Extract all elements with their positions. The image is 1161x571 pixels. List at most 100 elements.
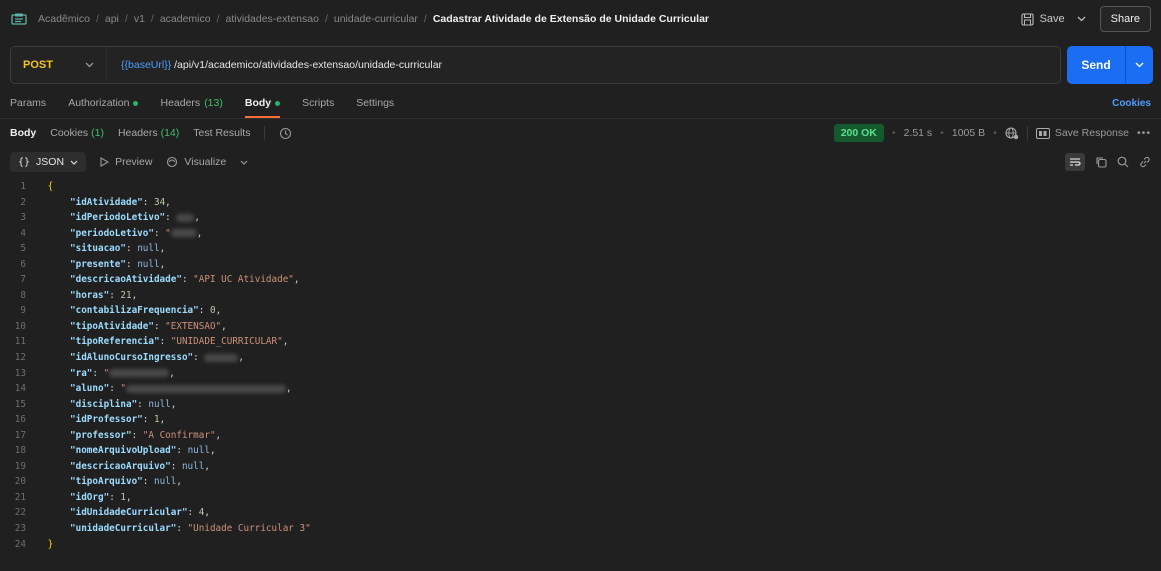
separator-dot: • <box>891 127 896 139</box>
json-value: 1 <box>120 491 126 503</box>
response-tab-cookies[interactable]: Cookies (1) <box>50 127 104 139</box>
json-key: "tipoArquivo" <box>70 476 143 488</box>
chevron-down-icon[interactable] <box>1077 16 1086 22</box>
json-value: "Unidade Curricular 3" <box>187 523 311 535</box>
cookies-link[interactable]: Cookies <box>1112 98 1151 109</box>
tab-label: Headers <box>160 97 201 109</box>
tab-count: (14) <box>160 127 180 139</box>
json-value: 0 <box>209 305 216 317</box>
json-key: "tipoReferencia" <box>70 336 160 348</box>
tab-body[interactable]: Body <box>244 88 281 118</box>
more-options-icon[interactable]: ••• <box>1137 127 1151 139</box>
status-badge[interactable]: 200 OK <box>833 124 884 142</box>
code-line: 13 "ra": ", <box>0 366 1161 382</box>
divider <box>1026 126 1028 140</box>
wrap-lines-icon[interactable] <box>1065 153 1085 171</box>
line-number: 12 <box>14 352 26 364</box>
json-entry: "aluno": ", <box>70 383 292 395</box>
breadcrumb-item[interactable]: academico <box>160 13 211 25</box>
save-response-button[interactable]: Save Response <box>1035 127 1129 139</box>
link-icon[interactable] <box>1139 156 1151 168</box>
code-line: 18 "nomeArquivoUpload": null, <box>0 443 1161 459</box>
json-brace: } <box>42 538 54 550</box>
json-value: 34 <box>153 196 166 208</box>
separator-dot: • <box>993 127 997 139</box>
send-options-button[interactable] <box>1125 46 1153 84</box>
history-icon[interactable] <box>279 127 292 140</box>
visualize-label: Visualize <box>184 156 227 168</box>
line-number: 24 <box>14 538 26 550</box>
json-value: 1 <box>153 414 160 426</box>
line-number: 16 <box>14 414 26 426</box>
tab-authorization[interactable]: Authorization <box>68 88 139 118</box>
code-line: 24 } <box>0 537 1161 553</box>
json-key: "situacao" <box>70 243 126 255</box>
visualize-button[interactable]: Visualize <box>166 156 248 168</box>
send-button[interactable]: Send <box>1067 46 1125 84</box>
json-key: "aluno" <box>70 383 110 395</box>
json-entry: "idProfessor": 1, <box>70 414 166 426</box>
response-tab-headers[interactable]: Headers (14) <box>118 127 179 139</box>
tab-headers[interactable]: Headers (13) <box>160 88 222 118</box>
collection-icon <box>10 12 28 26</box>
response-time[interactable]: 2.51 s <box>904 127 933 139</box>
response-size[interactable]: 1005 B <box>952 127 985 139</box>
tab-label: Scripts <box>302 97 335 109</box>
request-title[interactable]: Cadastrar Atividade de Extensão de Unida… <box>433 13 709 25</box>
json-key: "descricaoAtividade" <box>70 274 182 286</box>
redacted-value <box>170 229 197 238</box>
line-number: 22 <box>14 507 26 519</box>
save-button[interactable]: Save <box>1015 9 1092 30</box>
breadcrumb-item[interactable]: Acadêmico <box>38 13 90 25</box>
top-header: Acadêmico / api / v1 / academico / ativi… <box>0 0 1161 38</box>
breadcrumb-item[interactable]: v1 <box>134 13 145 25</box>
chevron-down-icon[interactable] <box>240 160 248 165</box>
copy-icon[interactable] <box>1095 156 1107 168</box>
json-entry: "idPeriodoLetivo": , <box>70 212 200 224</box>
breadcrumb-item[interactable]: api <box>105 13 119 25</box>
json-entry: "horas": 21, <box>70 289 138 301</box>
tab-params[interactable]: Params <box>10 88 46 118</box>
json-close: } <box>42 537 54 553</box>
json-entry: "nomeArquivoUpload": null, <box>70 445 216 457</box>
line-number: 13 <box>14 367 26 379</box>
json-entry: "periodoLetivo": ", <box>70 227 203 239</box>
tab-settings[interactable]: Settings <box>356 88 394 118</box>
code-line: 3 "idPeriodoLetivo": , <box>0 210 1161 226</box>
json-key: "unidadeCurricular" <box>70 523 177 535</box>
line-number: 17 <box>14 429 26 441</box>
response-tab-test-results[interactable]: Test Results <box>193 127 250 139</box>
share-button[interactable]: Share <box>1099 6 1151 32</box>
tab-scripts[interactable]: Scripts <box>302 88 334 118</box>
code-line: 8 "horas": 21, <box>0 288 1161 304</box>
code-line: 20 "tipoArquivo": null, <box>0 474 1161 490</box>
code-line: 10 "tipoAtividade": "EXTENSAO", <box>0 319 1161 335</box>
response-body-editor[interactable]: 1 {2 "idAtividade": 34, 3 "idPeriodoLetiv… <box>0 177 1161 552</box>
preview-button[interactable]: Preview <box>100 156 152 168</box>
json-entry: "tipoReferencia": "UNIDADE_CURRICULAR", <box>70 336 289 348</box>
format-select[interactable]: {} JSON <box>10 152 87 172</box>
json-key: "idUnidadeCurricular" <box>70 507 188 519</box>
json-key: "tipoAtividade" <box>70 320 154 332</box>
method-select[interactable]: POST <box>11 47 107 83</box>
breadcrumb-item[interactable]: atividades-extensao <box>226 13 319 25</box>
json-value: null <box>148 398 171 410</box>
redacted-value <box>109 369 170 378</box>
network-globe-icon[interactable] <box>1005 126 1019 140</box>
json-entry: "tipoAtividade": "EXTENSAO", <box>70 320 227 332</box>
json-value: "UNIDADE_CURRICULAR" <box>170 336 283 348</box>
divider <box>264 126 266 140</box>
method-label: POST <box>23 59 53 71</box>
breadcrumb-item[interactable]: unidade-curricular <box>334 13 418 25</box>
response-tab-body[interactable]: Body <box>10 127 36 139</box>
json-key: "periodoLetivo" <box>70 227 154 239</box>
json-value: 21 <box>120 289 132 301</box>
search-icon[interactable] <box>1117 156 1129 168</box>
line-number: 7 <box>20 274 26 286</box>
tab-count: (1) <box>91 127 104 139</box>
tab-label: Authorization <box>68 97 130 109</box>
url-input[interactable]: {{baseUrl}} /api/v1/academico/atividades… <box>107 59 442 71</box>
code-line: 15 "disciplina": null, <box>0 397 1161 413</box>
line-number: 20 <box>14 476 26 488</box>
json-key: "nomeArquivoUpload" <box>70 445 177 457</box>
